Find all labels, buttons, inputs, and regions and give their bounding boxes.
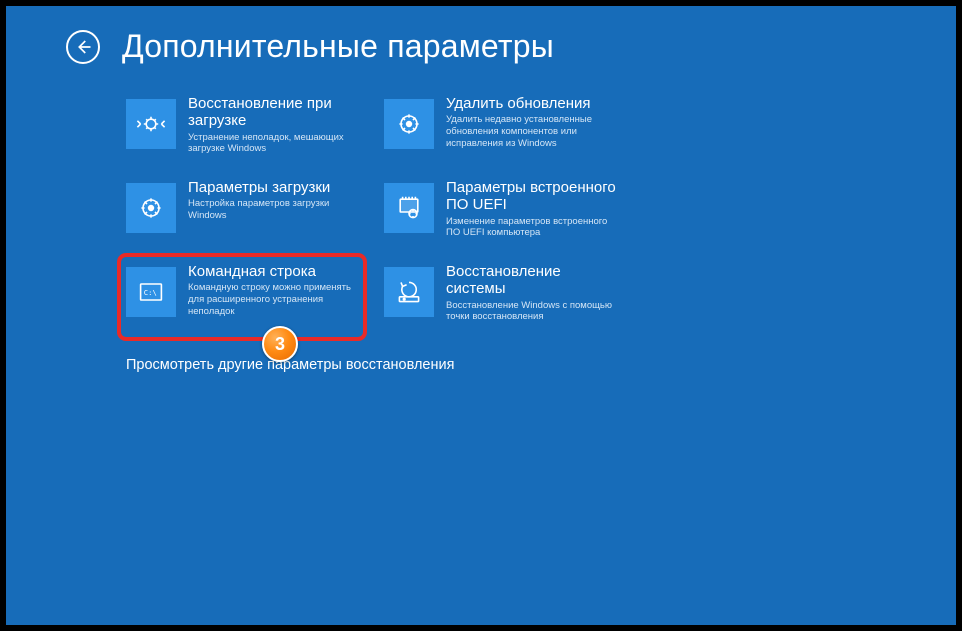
tile-desc: Настройка параметров загрузки Windows	[188, 198, 366, 222]
startup-repair-icon	[126, 99, 176, 149]
more-recovery-options-link[interactable]: Просмотреть другие параметры восстановле…	[126, 357, 896, 373]
tile-desc: Устранение неполадок, мешающих загрузке …	[188, 132, 366, 156]
tile-uninstall-updates[interactable]: Удалить обновления Удалить недавно устан…	[384, 95, 624, 165]
tile-uefi[interactable]: Параметры встроенного ПО UEFI Изменение …	[384, 179, 624, 249]
tile-grid: Восстановление при загрузке Устранение н…	[126, 95, 896, 333]
tile-desc: Удалить недавно установленные обновления…	[446, 114, 624, 150]
tile-desc: Изменение параметров встроенного ПО UEFI…	[446, 216, 624, 240]
arrow-left-icon	[74, 38, 92, 56]
annotation-badge: 3	[262, 326, 298, 362]
tile-title: Удалить обновления	[446, 95, 624, 112]
tile-desc: Восстановление Windows с помощью точки в…	[446, 300, 624, 324]
tile-command-prompt[interactable]: C:\ Командная строка Командную строку мо…	[126, 263, 366, 333]
tile-system-restore[interactable]: Восстановление системы Восстановление Wi…	[384, 263, 624, 333]
page-title: Дополнительные параметры	[122, 28, 554, 65]
tile-title: Восстановление при загрузке	[188, 95, 366, 130]
tile-title: Восстановление системы	[446, 263, 624, 298]
winre-screen: Дополнительные параметры Восстановление …	[6, 6, 956, 625]
header: Дополнительные параметры	[66, 28, 896, 65]
uefi-icon	[384, 183, 434, 233]
tile-title: Командная строка	[188, 263, 366, 280]
back-button[interactable]	[66, 30, 100, 64]
startup-settings-icon	[126, 183, 176, 233]
tile-startup-repair[interactable]: Восстановление при загрузке Устранение н…	[126, 95, 366, 165]
tile-startup-settings[interactable]: Параметры загрузки Настройка параметров …	[126, 179, 366, 249]
system-restore-icon	[384, 267, 434, 317]
tile-title: Параметры встроенного ПО UEFI	[446, 179, 624, 214]
tile-title: Параметры загрузки	[188, 179, 366, 196]
uninstall-updates-icon	[384, 99, 434, 149]
command-prompt-icon: C:\	[126, 267, 176, 317]
tile-desc: Командную строку можно применять для рас…	[188, 282, 366, 318]
svg-text:C:\: C:\	[144, 288, 157, 297]
